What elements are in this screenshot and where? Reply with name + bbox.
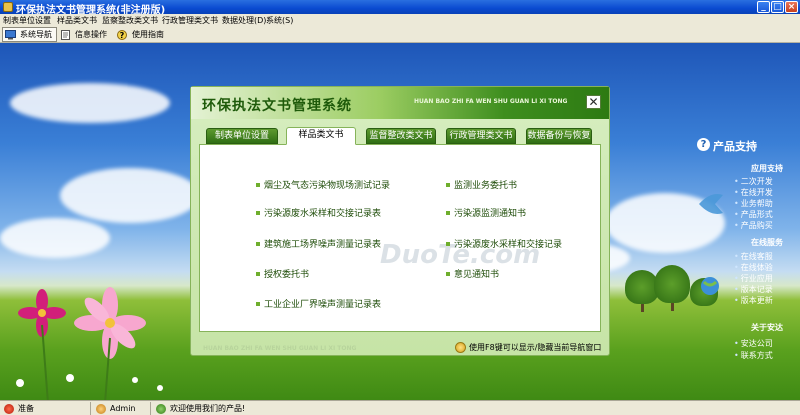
- status-bar: 准备 Admin 欢迎使用我们的产品!: [0, 400, 800, 415]
- dialog-footer-pinyin: HUAN BAO ZHI FA WEN SHU GUAN LI XI TONG: [203, 345, 357, 352]
- menu-data-processing[interactable]: 数据处理(D): [222, 15, 266, 26]
- toolbar-system-nav-label: 系统导航: [20, 30, 52, 39]
- app-icon: [3, 2, 13, 12]
- user-icon: [96, 403, 106, 414]
- list-item[interactable]: 烟尘及气态污染物现场测试记录: [256, 178, 390, 191]
- monitor-icon: [5, 29, 16, 40]
- nav-link[interactable]: 版本更新: [734, 295, 773, 306]
- toolbar-help-button[interactable]: ? 使用指南: [117, 27, 164, 42]
- title-bar: 环保执法文书管理系统(非注册版) _ □ ×: [0, 0, 800, 16]
- help-icon: ?: [117, 29, 128, 40]
- document-list-panel: DuoTe.com 烟尘及气态污染物现场测试记录 污染源废水采样和交接记录表 建…: [199, 144, 601, 332]
- product-support-title: 产品支持: [713, 140, 757, 153]
- dialog-title: 环保执法文书管理系统: [202, 98, 352, 114]
- bullet-icon: [446, 241, 450, 246]
- tab-supervision-docs[interactable]: 监督整改类文书: [366, 128, 436, 144]
- lightbulb-icon: [455, 342, 466, 353]
- nav-link[interactable]: 行业应用: [734, 273, 773, 284]
- tab-admin-docs[interactable]: 行政管理类文书: [446, 128, 516, 144]
- cloud: [0, 218, 110, 258]
- tree: [654, 265, 690, 303]
- dialog-close-button[interactable]: ✕: [586, 95, 601, 109]
- help-circle-icon: ?: [697, 138, 710, 151]
- people-icon: [156, 403, 166, 414]
- status-ready: 准备: [4, 402, 34, 415]
- maximize-button[interactable]: □: [771, 1, 784, 13]
- menu-bar: 制表单位设置 样品类文书 监察整改类文书 行政管理类文书 数据处理(D) 系统(…: [0, 14, 800, 26]
- list-item[interactable]: 监测业务委托书: [446, 178, 517, 191]
- nav-link[interactable]: 业务帮助: [734, 198, 773, 209]
- status-separator: [90, 402, 91, 415]
- cloud: [60, 168, 200, 223]
- toolbar: 系统导航 信息操作 ? 使用指南: [0, 26, 800, 43]
- document-icon: [60, 29, 71, 40]
- tab-unit-settings[interactable]: 制表单位设置: [206, 128, 278, 144]
- toolbar-system-nav-button[interactable]: 系统导航: [2, 27, 57, 42]
- menu-inspection-docs[interactable]: 监察整改类文书: [102, 15, 158, 26]
- list-item[interactable]: 污染源废水采样和交接记录: [446, 237, 562, 250]
- status-separator: [150, 402, 151, 415]
- dialog-footer-hint: 使用F8键可以显示/隐藏当前导航窗口: [455, 342, 601, 353]
- menu-system[interactable]: 系统(S): [266, 15, 293, 26]
- list-item[interactable]: 污染源废水采样和交接记录表: [256, 206, 381, 219]
- dialog-header: 环保执法文书管理系统 HUAN BAO ZHI FA WEN SHU GUAN …: [191, 87, 609, 119]
- list-item[interactable]: 授权委托书: [256, 267, 309, 280]
- nav-heading-about: 关于安达: [751, 323, 783, 332]
- navigation-dialog: 环保执法文书管理系统 HUAN BAO ZHI FA WEN SHU GUAN …: [190, 86, 610, 356]
- arrow-decoration-icon: [699, 194, 723, 214]
- nav-link[interactable]: 产品购买: [734, 220, 773, 231]
- list-item[interactable]: 工业企业厂界噪声测量记录表: [256, 297, 381, 310]
- bullet-icon: [446, 210, 450, 215]
- nav-link[interactable]: 二次开发: [734, 176, 773, 187]
- bullet-icon: [256, 182, 260, 187]
- bullet-icon: [256, 210, 260, 215]
- nav-link[interactable]: 联系方式: [734, 350, 773, 361]
- nav-link[interactable]: 在线开发: [734, 187, 773, 198]
- menu-admin-docs[interactable]: 行政管理类文书: [162, 15, 218, 26]
- globe-decoration-icon: [701, 277, 719, 295]
- minimize-button[interactable]: _: [757, 1, 770, 13]
- toolbar-info-label: 信息操作: [75, 30, 107, 39]
- nav-link[interactable]: 版本记录: [734, 284, 773, 295]
- tab-backup-restore[interactable]: 数据备份与恢复: [526, 128, 592, 144]
- bullet-icon: [256, 241, 260, 246]
- close-button[interactable]: ×: [785, 1, 798, 13]
- tab-sample-docs[interactable]: 样品类文书: [286, 127, 356, 145]
- flower-illustration: [16, 287, 163, 400]
- cloud: [10, 83, 170, 123]
- dialog-pinyin: HUAN BAO ZHI FA WEN SHU GUAN LI XI TONG: [414, 98, 568, 105]
- toolbar-help-label: 使用指南: [132, 30, 164, 39]
- list-item[interactable]: 建筑施工场界噪声测量记录表: [256, 237, 381, 250]
- nav-link[interactable]: 产品形式: [734, 209, 773, 220]
- list-item[interactable]: 意见通知书: [446, 267, 499, 280]
- status-welcome: 欢迎使用我们的产品!: [156, 402, 245, 415]
- bullet-icon: [446, 182, 450, 187]
- nav-heading-app-support: 应用支持: [751, 164, 783, 173]
- status-user: Admin: [96, 402, 136, 415]
- bullet-icon: [446, 271, 450, 276]
- nav-link[interactable]: 在线客服: [734, 251, 773, 262]
- menu-sample-docs[interactable]: 样品类文书: [57, 15, 97, 26]
- nav-link[interactable]: 安达公司: [734, 338, 773, 349]
- list-item[interactable]: 污染源监测通知书: [446, 206, 526, 219]
- bullet-icon: [256, 271, 260, 276]
- nav-link[interactable]: 在线体验: [734, 262, 773, 273]
- toolbar-info-button[interactable]: 信息操作: [60, 27, 107, 42]
- nav-heading-online-service: 在线服务: [751, 238, 783, 247]
- status-light-icon: [4, 403, 14, 414]
- bullet-icon: [256, 301, 260, 306]
- svg-text:?: ?: [120, 31, 125, 40]
- menu-unit-settings[interactable]: 制表单位设置: [3, 15, 51, 26]
